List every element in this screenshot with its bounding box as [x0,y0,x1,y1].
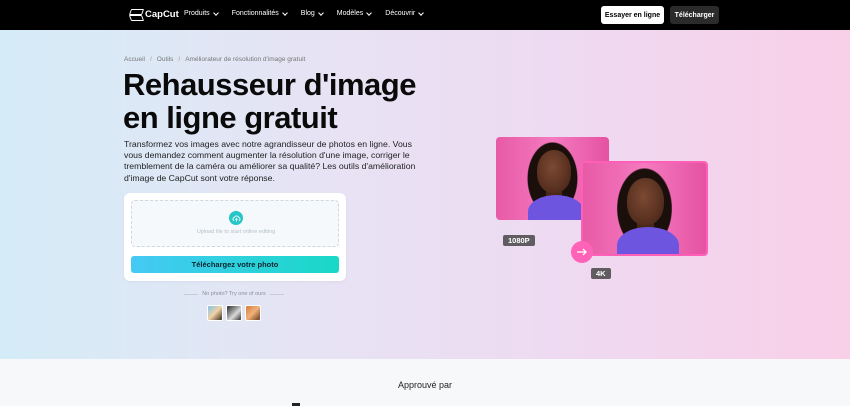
chevron-down-icon [317,9,324,16]
divider [184,293,199,295]
menu-item-blog[interactable]: Blog [301,9,324,17]
menu-item-fonctionnalites[interactable]: Fonctionnalités [232,9,288,17]
dropzone-text: Upload file to start online editing [196,229,276,235]
breadcrumb-home[interactable]: Accueil [124,56,145,63]
chevron-down-icon [366,9,373,16]
capcut-logo-icon [130,9,141,20]
chevron-down-icon [212,9,219,16]
approved-heading: Approuvé par [397,380,453,390]
sample-image-2[interactable] [226,305,242,321]
upload-dropzone[interactable]: Upload file to start online editing [131,200,339,247]
menu-item-modeles[interactable]: Modèles [337,9,373,17]
sample-images [207,305,261,321]
resolution-badge-before: 1080P [503,235,535,246]
top-nav: CapCut Produits Fonctionnalités Blog Mod… [0,0,850,30]
portrait-face [536,150,571,194]
sample-prompt-text: No photo? Try one of ours [202,291,266,297]
after-image [581,161,708,256]
resolution-badge-after: 4K [591,268,611,279]
menu-item-produits[interactable]: Produits [184,9,219,17]
try-online-button[interactable]: Essayer en ligne [601,6,664,24]
breadcrumb-separator: / [149,56,152,63]
download-button[interactable]: Télécharger [670,6,719,24]
hero-section: Accueil / Outils / Améliorateur de résol… [0,30,850,359]
chevron-down-icon [281,9,288,16]
portrait-body [527,195,585,220]
sample-image-1[interactable] [207,305,223,321]
breadcrumb-separator: / [178,56,181,63]
upload-card: Upload file to start online editing Télé… [124,193,346,281]
partner-logo [398,402,453,406]
capcut-logo[interactable]: CapCut [130,9,179,20]
brand-name: CapCut [145,9,179,20]
main-menu: Produits Fonctionnalités Blog Modèles Dé… [184,9,437,17]
upload-photo-button[interactable]: Téléchargez votre photo [131,256,339,273]
sample-image-3[interactable] [245,305,261,321]
approved-section: Approuvé par [0,359,850,406]
arrow-right-icon [571,241,593,263]
sample-prompt: No photo? Try one of ours [184,291,284,297]
breadcrumb: Accueil / Outils / Améliorateur de résol… [124,56,305,63]
chevron-down-icon [418,9,425,16]
menu-item-decouvrir[interactable]: Découvrir [385,9,425,17]
breadcrumb-tools[interactable]: Outils [157,56,174,63]
page-title: Rehausseur d'image en ligne gratuit [123,67,416,135]
cloud-upload-icon [229,211,243,225]
hero-description: Transformez vos images avec notre agrand… [124,139,416,183]
divider [269,293,284,295]
breadcrumb-current: Améliorateur de résolution d'image gratu… [185,56,306,63]
portrait-face [627,177,665,225]
portrait-photo [583,163,706,254]
